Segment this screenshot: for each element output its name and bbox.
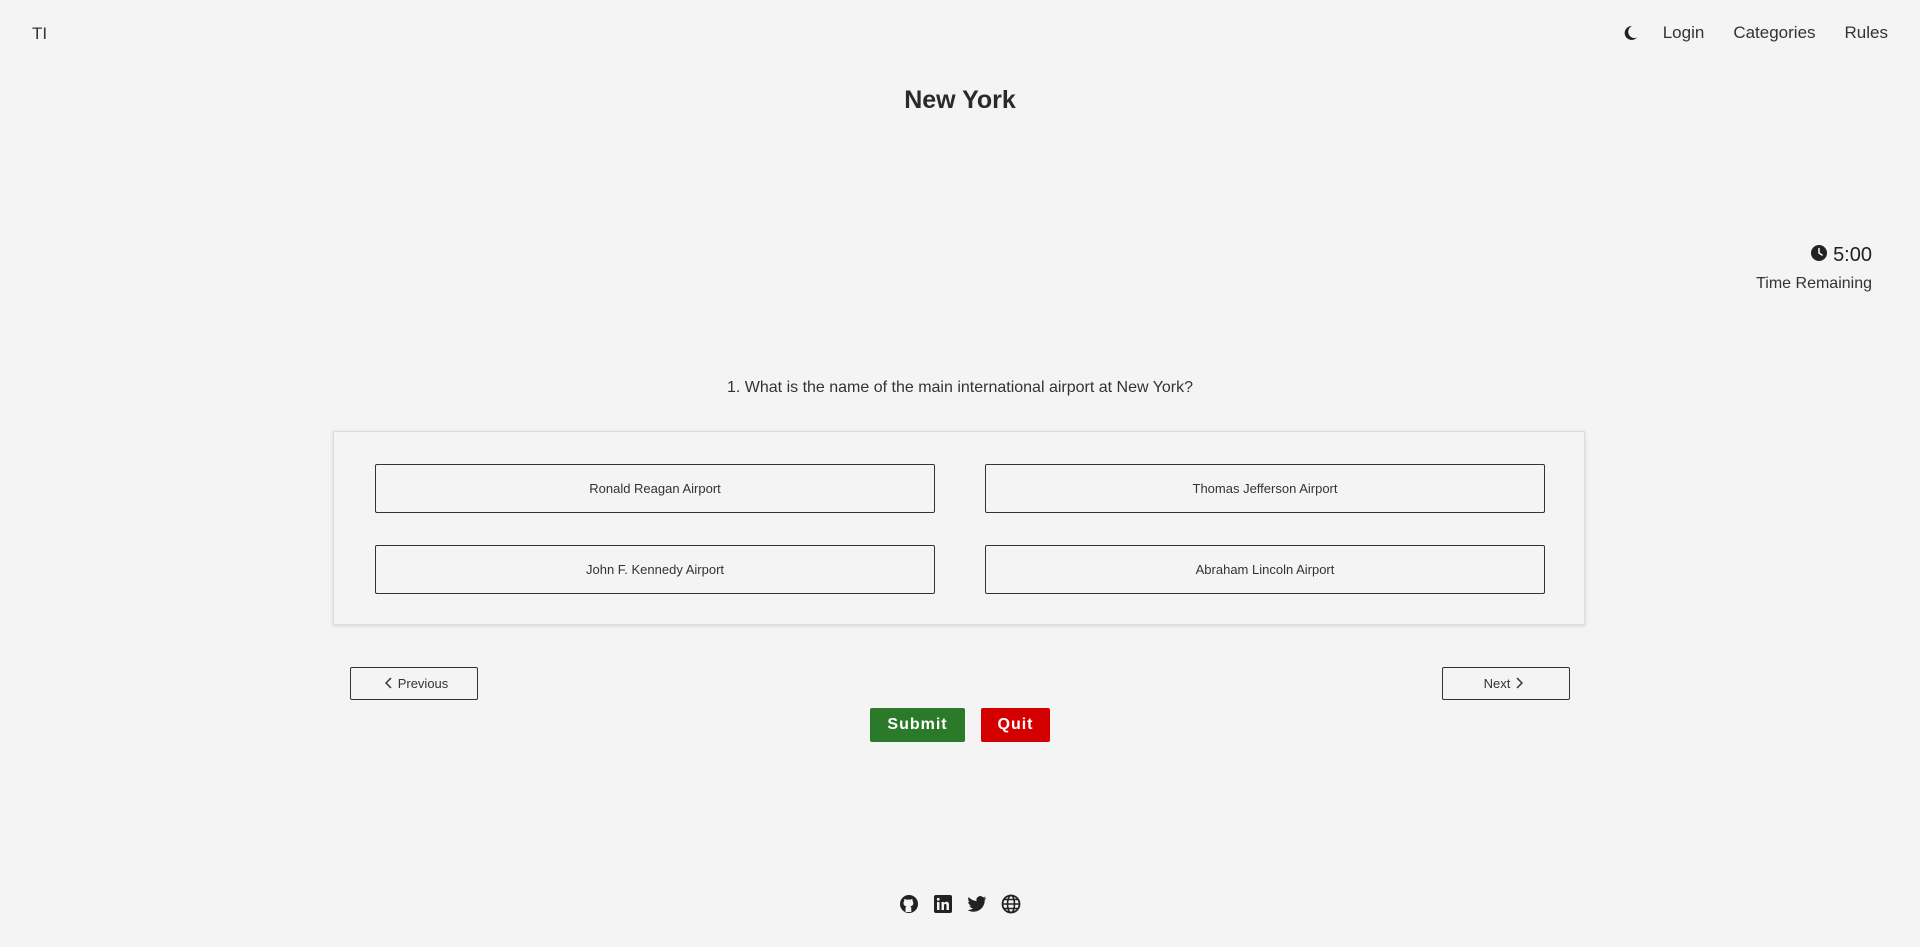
timer-row: 5:00 (1756, 244, 1872, 267)
submit-button[interactable]: Submit (870, 708, 965, 742)
clock-icon (1811, 245, 1828, 266)
options-card: Ronald Reagan Airport Thomas Jefferson A… (333, 431, 1585, 625)
chevron-left-icon (384, 676, 393, 692)
next-button[interactable]: Next (1442, 667, 1570, 700)
previous-label: Previous (397, 676, 449, 691)
nav-right: Login Categories Rules (1621, 23, 1888, 43)
option-button[interactable]: Thomas Jefferson Airport (985, 464, 1545, 513)
nav-rules-link[interactable]: Rules (1845, 23, 1888, 43)
next-label: Next (1483, 676, 1511, 691)
github-icon[interactable] (898, 893, 920, 915)
top-nav: TI Login Categories Rules (0, 0, 1920, 66)
option-button[interactable]: Abraham Lincoln Airport (985, 545, 1545, 594)
moon-icon[interactable] (1621, 24, 1639, 42)
timer: 5:00 Time Remaining (1756, 244, 1872, 293)
option-button[interactable]: John F. Kennedy Airport (375, 545, 935, 594)
question-text: 1. What is the name of the main internat… (726, 379, 1194, 396)
nav-categories-link[interactable]: Categories (1733, 23, 1815, 43)
globe-icon[interactable] (1000, 893, 1022, 915)
linkedin-icon[interactable] (932, 893, 954, 915)
timer-label: Time Remaining (1756, 275, 1872, 292)
previous-button[interactable]: Previous (350, 667, 478, 700)
chevron-right-icon (1515, 676, 1524, 692)
nav-login-link[interactable]: Login (1663, 23, 1705, 43)
twitter-icon[interactable] (966, 893, 988, 915)
logo[interactable]: TI (32, 24, 47, 44)
option-button[interactable]: Ronald Reagan Airport (375, 464, 935, 513)
page-title: New York (904, 86, 1016, 114)
footer (0, 893, 1920, 915)
timer-value: 5:00 (1833, 244, 1872, 266)
quit-button[interactable]: Quit (981, 708, 1050, 742)
